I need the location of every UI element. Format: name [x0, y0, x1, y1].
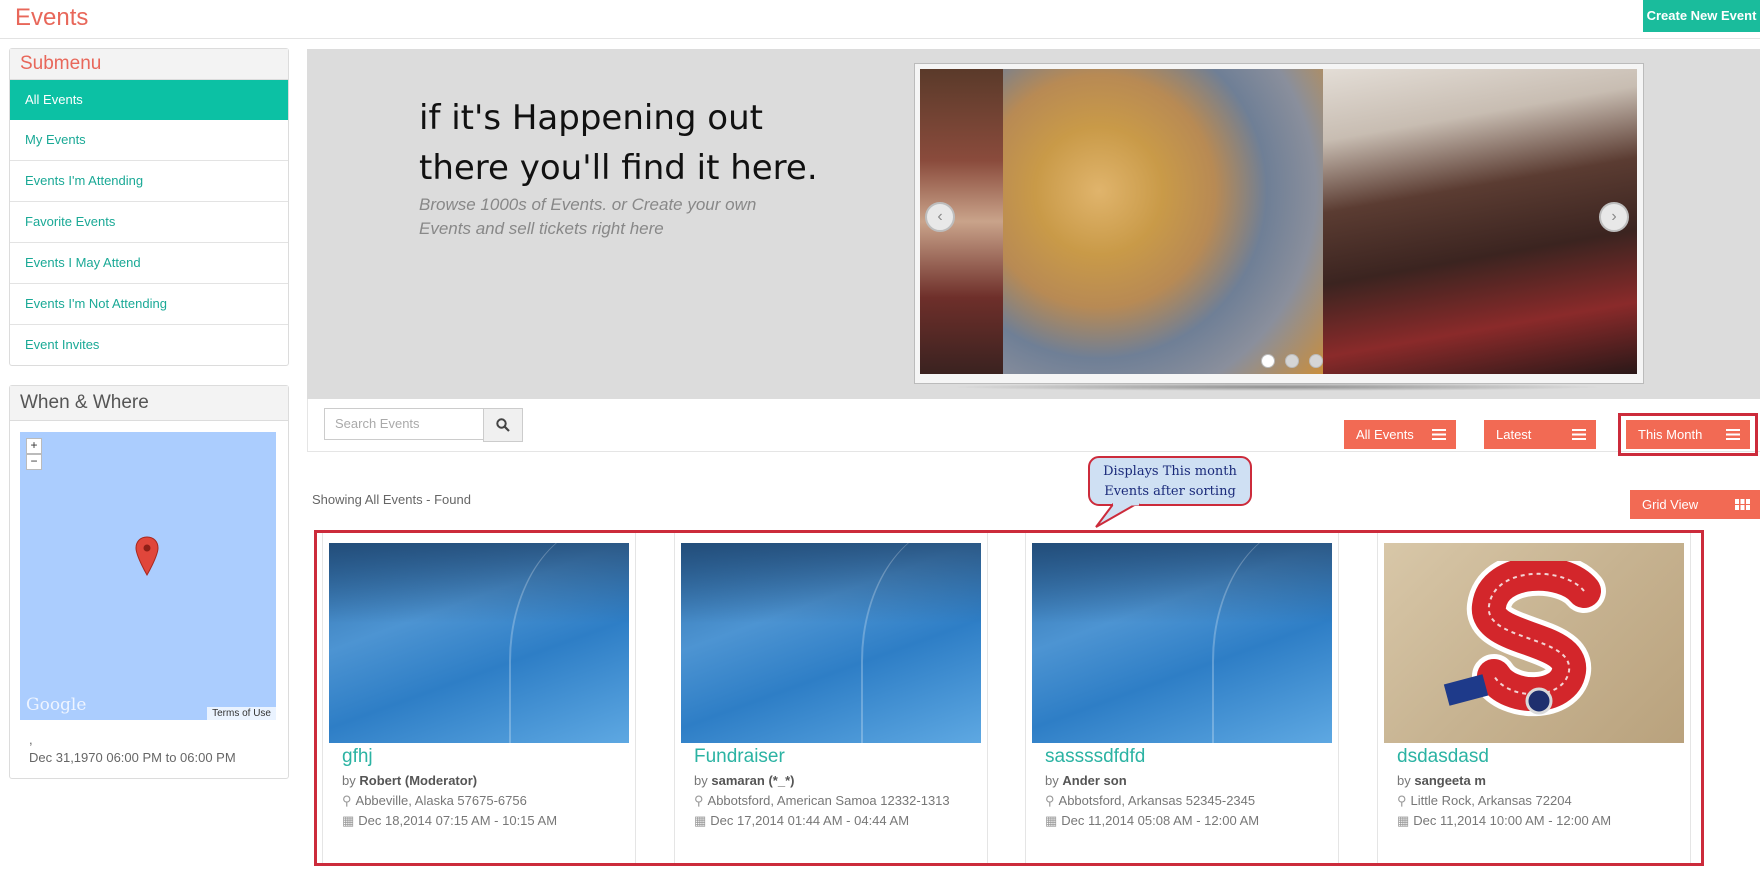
event-date-text: Dec 31,1970 06:00 PM to 06:00 PM: [29, 750, 236, 765]
list-icon: [1432, 429, 1446, 440]
grid-view-label: Grid View: [1642, 497, 1699, 512]
grid-view-button[interactable]: Grid View: [1630, 490, 1760, 519]
slider-dot-3[interactable]: [1309, 354, 1323, 368]
page-title: Events: [15, 4, 89, 31]
create-new-event-button[interactable]: Create New Event: [1643, 0, 1760, 32]
slider-shadow: [947, 383, 1607, 391]
top-bar: [0, 0, 1760, 39]
event-location-text: ,: [29, 732, 33, 747]
hero-subtitle: Browse 1000s of Events. or Create your o…: [419, 195, 757, 238]
when-where-panel: When & Where + − Google Terms of Use , D…: [9, 385, 289, 779]
sort-all-events-button[interactable]: All Events: [1344, 420, 1456, 449]
submenu-item-events-attending[interactable]: Events I'm Attending: [10, 161, 288, 202]
submenu-item-all-events[interactable]: All Events: [10, 80, 288, 120]
list-icon: [1572, 429, 1586, 440]
list-icon: [1726, 429, 1740, 440]
cards-highlight-frame: [314, 530, 1704, 866]
submenu-title: Submenu: [10, 49, 288, 80]
search-button[interactable]: [483, 408, 523, 442]
submenu-item-event-invites[interactable]: Event Invites: [10, 325, 288, 365]
sort-all-events-label: All Events: [1356, 427, 1414, 442]
map-zoom-out-button[interactable]: −: [26, 454, 42, 470]
slider-dot-1[interactable]: [1261, 354, 1275, 368]
google-logo: Google: [26, 695, 87, 715]
grid-icon: [1735, 499, 1750, 510]
hero-title: if it's Happening out there you'll find …: [419, 98, 818, 188]
submenu-item-my-events[interactable]: My Events: [10, 120, 288, 161]
submenu-panel: Submenu All Events My Events Events I'm …: [9, 48, 289, 366]
submenu-item-favorite-events[interactable]: Favorite Events: [10, 202, 288, 243]
annotation-callout: Displays This month Events after sorting: [1088, 456, 1252, 506]
when-where-title: When & Where: [10, 386, 288, 421]
results-summary: Showing All Events - Found: [312, 492, 471, 507]
search-icon: [496, 418, 510, 432]
hero-banner: if it's Happening out there you'll find …: [307, 49, 1760, 399]
submenu-item-events-may-attend[interactable]: Events I May Attend: [10, 243, 288, 284]
submenu-item-events-not-attending[interactable]: Events I'm Not Attending: [10, 284, 288, 325]
map-zoom-in-button[interactable]: +: [26, 438, 42, 454]
sort-latest-button[interactable]: Latest: [1484, 420, 1596, 449]
events-toolbar: Search Events All Events Latest This Mon…: [307, 399, 1760, 456]
callout-pointer: [1095, 503, 1141, 528]
map-marker-icon[interactable]: [135, 536, 159, 576]
slider-prev-button[interactable]: ‹: [925, 202, 955, 232]
slider-next-button[interactable]: ›: [1599, 202, 1629, 232]
slide-image-center: [1003, 69, 1323, 374]
sort-this-month-label: This Month: [1638, 427, 1703, 442]
map-terms-link[interactable]: Terms of Use: [207, 707, 276, 720]
slider-dot-2[interactable]: [1285, 354, 1299, 368]
sort-this-month-button[interactable]: This Month: [1626, 420, 1750, 449]
image-slider[interactable]: ‹ ›: [914, 63, 1644, 384]
location-map[interactable]: + − Google Terms of Use: [20, 432, 276, 720]
sort-latest-label: Latest: [1496, 427, 1532, 442]
slide-image-right: [1323, 69, 1637, 374]
search-input[interactable]: Search Events: [324, 408, 494, 440]
